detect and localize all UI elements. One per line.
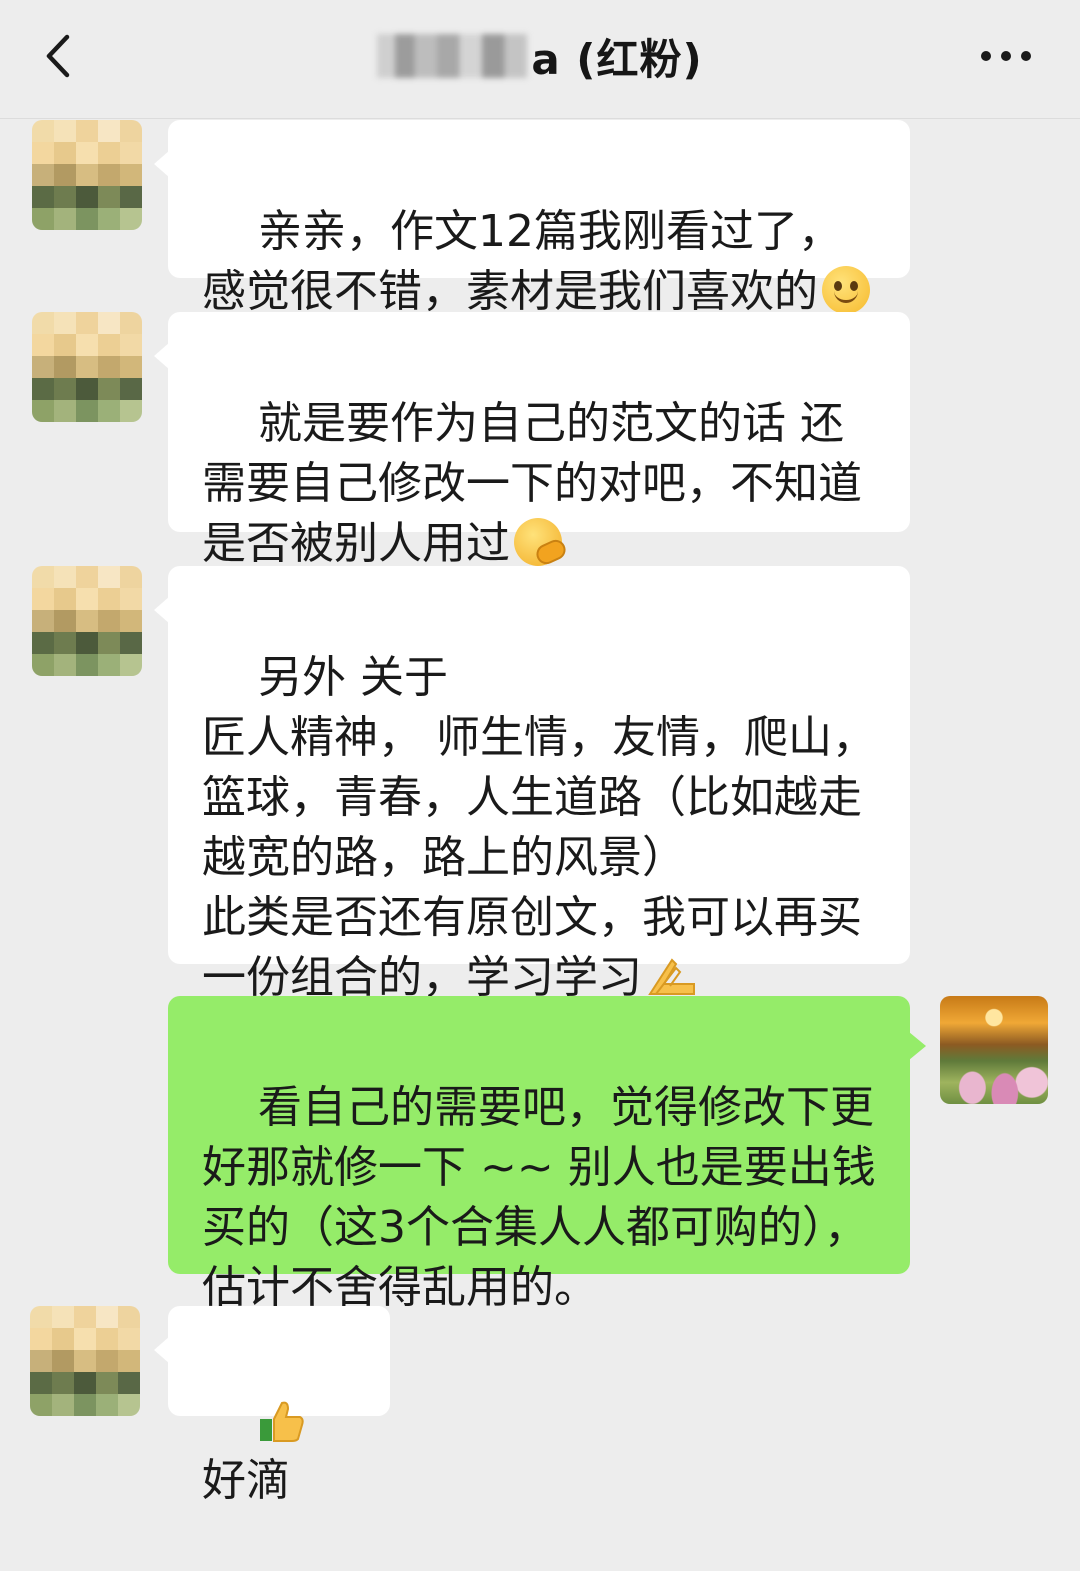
more-button[interactable] [976, 30, 1036, 82]
message-bubble[interactable]: 另外 关于 匠人精神， 师生情，友情，爬山，篮球，青春，人生道路（比如越走越宽的… [154, 566, 910, 1003]
chat-title-area: a (红粉) [0, 26, 1080, 86]
contact-avatar[interactable] [32, 312, 142, 422]
message-bubble[interactable]: 亲亲，作文12篇我刚看过了，感觉很不错，素材是我们喜欢的 [154, 120, 910, 317]
more-dots-icon [981, 51, 1031, 61]
message-list: 亲亲，作文12篇我刚看过了，感觉很不错，素材是我们喜欢的 就是要作为自己的范文的… [0, 0, 1080, 1506]
my-avatar[interactable] [940, 996, 1048, 1104]
message-bubble-self[interactable]: 看自己的需要吧，觉得修改下更好那就修一下 ~~ 别人也是要出钱买的（这3个合集人… [168, 996, 926, 1313]
message-text: 亲亲，作文12篇我刚看过了，感觉很不错，素材是我们喜欢的 [202, 206, 842, 317]
pray-emoji-icon [648, 958, 695, 995]
message-bubble[interactable]: 就是要作为自己的范文的话 还需要自己修改一下的对吧，不知道是否被别人用过 [154, 312, 910, 569]
contact-avatar[interactable] [32, 566, 142, 676]
thumbs-up-emoji-icon [259, 1401, 304, 1442]
message-text: 好滴 [202, 1455, 290, 1506]
contact-avatar[interactable] [32, 120, 142, 230]
smile-emoji-icon [822, 266, 870, 314]
message-bubble[interactable]: 好滴 [154, 1306, 390, 1506]
message-text: 看自己的需要吧，觉得修改下更好那就修一下 ~~ 别人也是要出钱买的（这3个合集人… [202, 1082, 876, 1313]
chat-title: a (红粉) [531, 34, 703, 84]
thinking-emoji-icon [514, 518, 562, 566]
redacted-name [377, 34, 528, 78]
message-text: 另外 关于 匠人精神， 师生情，友情，爬山，篮球，青春，人生道路（比如越走越宽的… [202, 652, 876, 1003]
chat-header: a (红粉) [0, 0, 1080, 119]
contact-avatar[interactable] [30, 1306, 140, 1416]
